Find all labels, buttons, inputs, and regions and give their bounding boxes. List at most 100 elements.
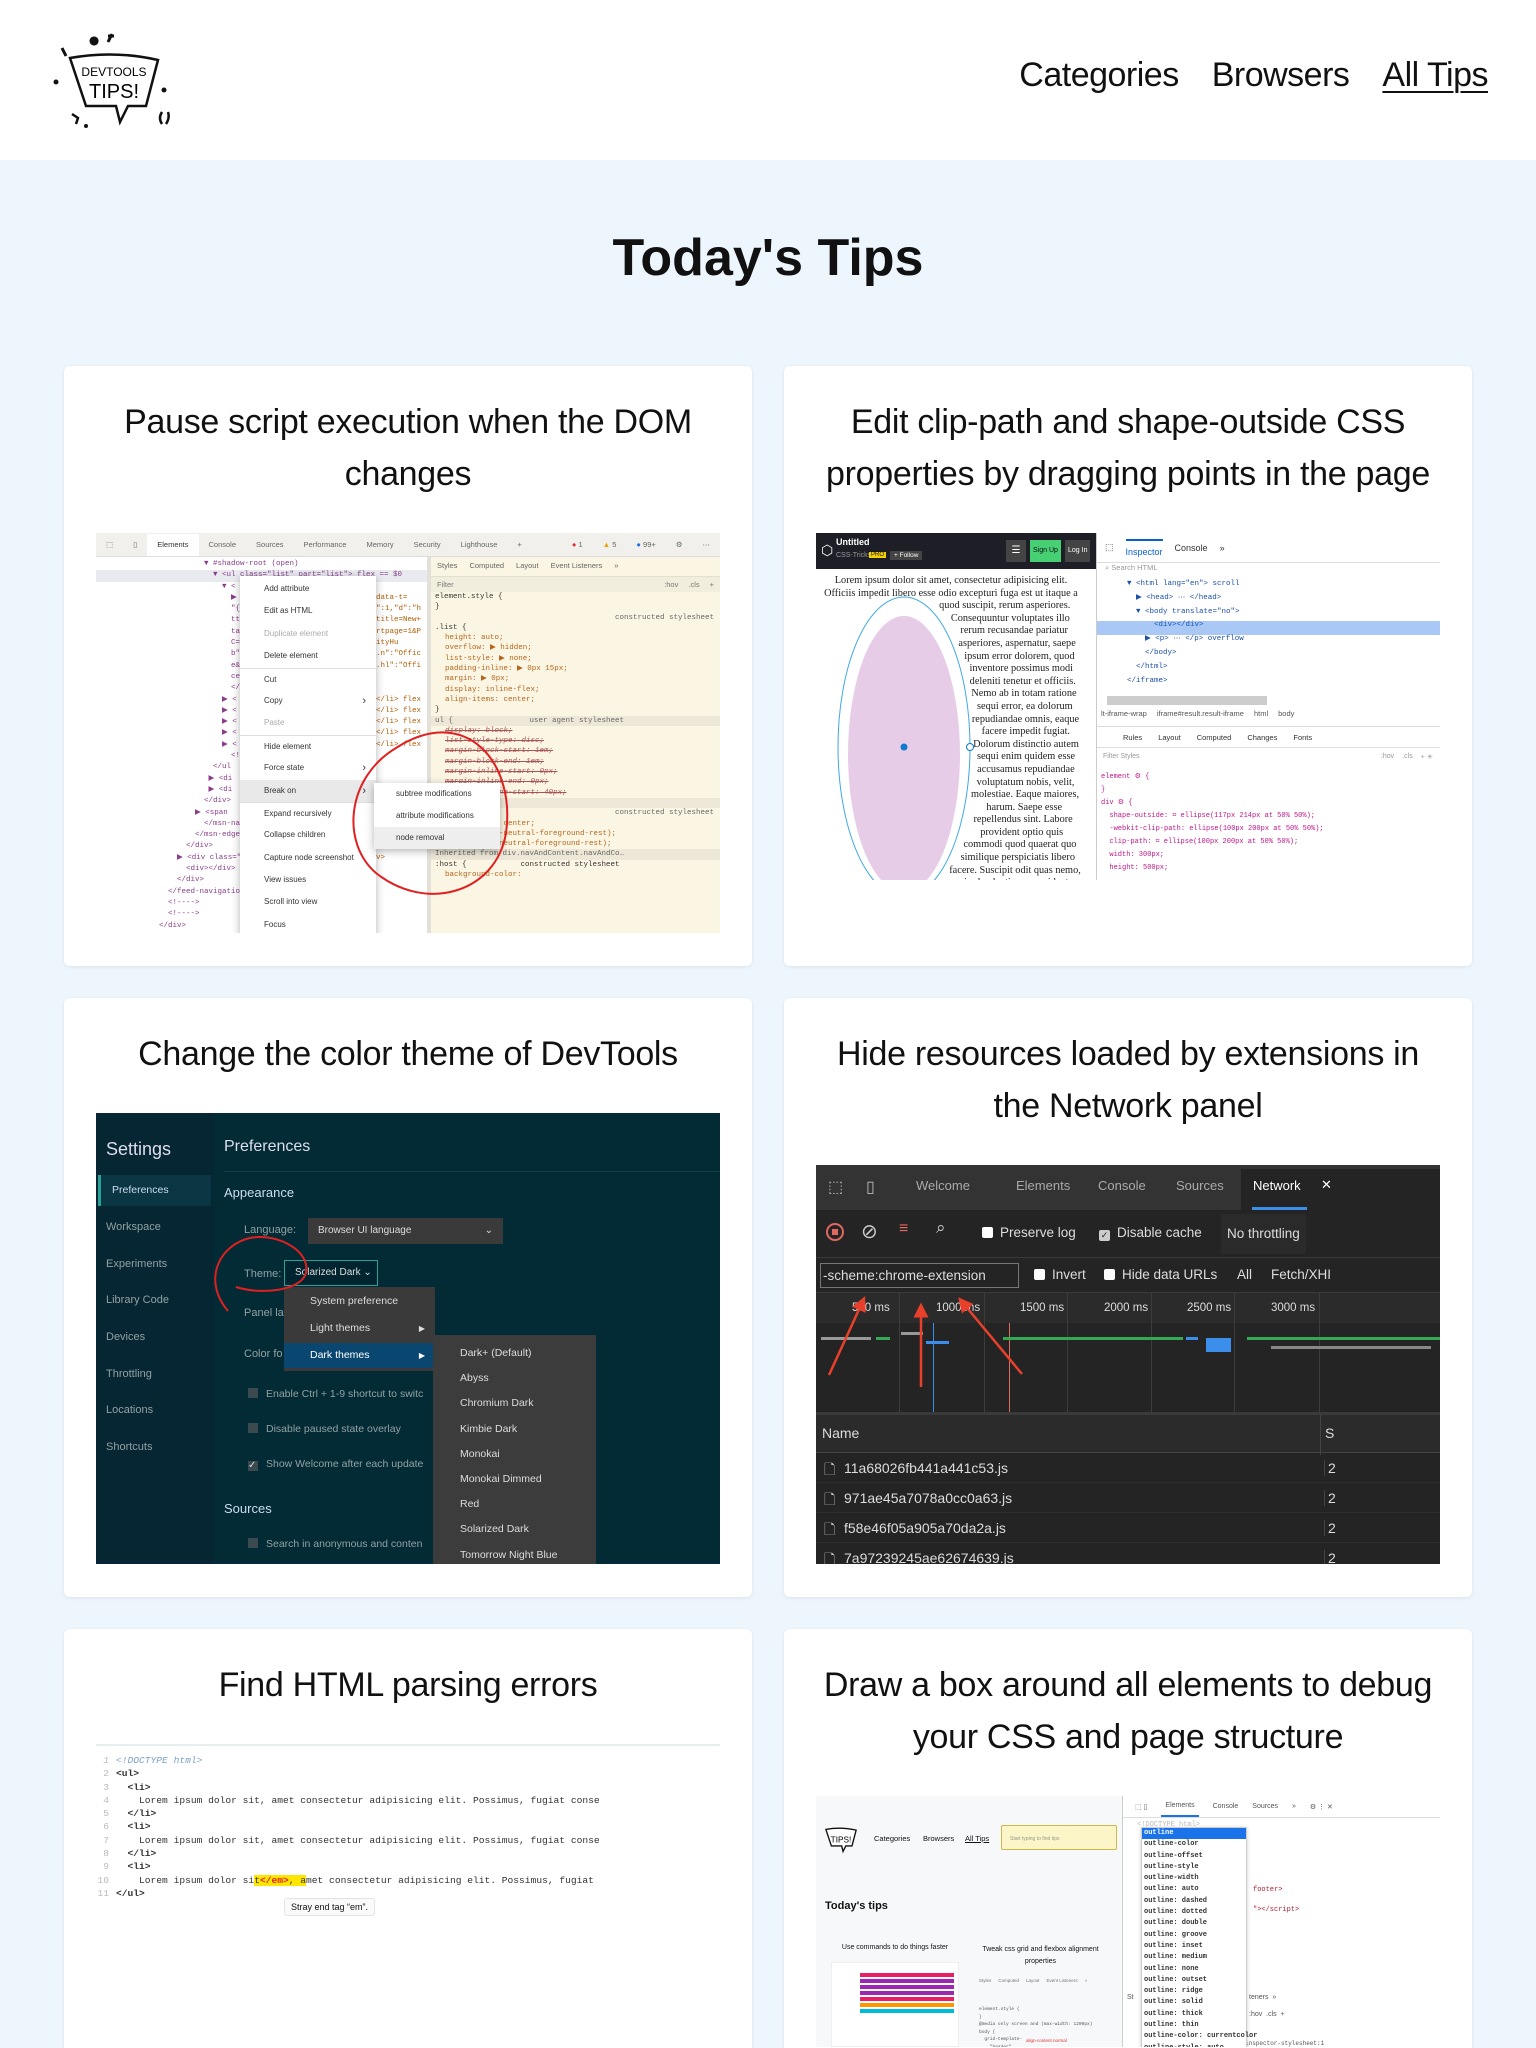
html-node[interactable]: ▶ <head> ⋯ </head> bbox=[1127, 592, 1440, 606]
inspect-icon[interactable]: ⬚ ▯ bbox=[1135, 1803, 1147, 1811]
nav-browsers[interactable]: Browsers bbox=[1212, 56, 1350, 95]
error-highlight[interactable]: t</em>, a bbox=[254, 1874, 307, 1886]
rules-tab[interactable]: Computed bbox=[1197, 733, 1232, 747]
autocomplete-option[interactable]: outline-style bbox=[1142, 1862, 1246, 1873]
mini-card-title[interactable]: Tweak css grid and flexbox alignment pro… bbox=[978, 1944, 1103, 1968]
follow-button[interactable]: + Follow bbox=[890, 551, 923, 560]
nav-categories[interactable]: Categories bbox=[1019, 56, 1179, 95]
autocomplete-option[interactable]: outline-color bbox=[1142, 1839, 1246, 1850]
listeners-tab[interactable]: teners » bbox=[1249, 1994, 1276, 2001]
autocomplete-option[interactable]: outline: ridge bbox=[1142, 1986, 1246, 1997]
tip-card[interactable]: Pause script execution when the DOM chan… bbox=[64, 366, 752, 966]
mini-nav-categories[interactable]: Categories bbox=[874, 1834, 910, 1843]
autocomplete-option[interactable]: outline: dashed bbox=[1142, 1896, 1246, 1907]
css-rule-line[interactable]: element ⚙ { bbox=[1101, 771, 1324, 784]
pen-author[interactable]: CSS-Tricks bbox=[836, 552, 871, 559]
rules-tab[interactable]: Layout bbox=[1158, 733, 1181, 747]
autocomplete-option[interactable]: outline: solid bbox=[1142, 1997, 1246, 2008]
selected-node-highlight bbox=[1097, 621, 1440, 635]
breadcrumb-item[interactable]: lt-iframe-wrap bbox=[1101, 709, 1147, 718]
autocomplete-option[interactable]: outline-width bbox=[1142, 1873, 1246, 1884]
breadcrumb-item[interactable]: html bbox=[1254, 709, 1268, 718]
html-node[interactable]: ▼ <html lang="en"> scroll bbox=[1127, 578, 1440, 592]
tip-title[interactable]: Edit clip-path and shape-outside CSS pro… bbox=[816, 396, 1440, 500]
autocomplete-option[interactable]: outline: inset bbox=[1142, 1941, 1246, 1952]
tab-sources[interactable]: Sources bbox=[1252, 1803, 1278, 1810]
page-title: Today's Tips bbox=[612, 229, 924, 287]
sign-up-button[interactable]: Sign Up bbox=[1030, 540, 1061, 562]
autocomplete-option[interactable]: outline: outset bbox=[1142, 1975, 1246, 1986]
autocomplete-option[interactable]: outline: groove bbox=[1142, 1930, 1246, 1941]
pen-title[interactable]: Untitled bbox=[836, 537, 870, 547]
mini-card-title[interactable]: Use commands to do things faster bbox=[828, 1944, 962, 1951]
page-preview: TIPS! Categories Browsers All Tips Start… bbox=[816, 1796, 1122, 2047]
autocomplete-option[interactable]: outline: none bbox=[1142, 1964, 1246, 1975]
tip-title[interactable]: Draw a box around all elements to debug … bbox=[816, 1659, 1440, 1763]
autocomplete-option[interactable]: outline bbox=[1142, 1828, 1246, 1840]
tip-card[interactable]: Edit clip-path and shape-outside CSS pro… bbox=[784, 366, 1472, 966]
tip-card[interactable]: Change the color theme of DevTools Setti… bbox=[64, 998, 752, 1597]
styles-tab[interactable]: St bbox=[1127, 1994, 1134, 2001]
css-rule-line[interactable]: height: 500px; bbox=[1101, 862, 1324, 875]
tip-title[interactable]: Change the color theme of DevTools bbox=[96, 1028, 720, 1080]
css-rule-line[interactable]: shape-outside: ⌗ ellipse(117px 214px at … bbox=[1101, 810, 1324, 823]
nav-all-tips[interactable]: All Tips bbox=[1382, 56, 1488, 95]
html-node[interactable]: ▼ <body translate="no"> bbox=[1127, 606, 1440, 620]
more-tabs[interactable]: » bbox=[1292, 1803, 1296, 1810]
mini-css-line: @media only screen and (max-width: 1200p… bbox=[979, 2022, 1093, 2027]
rules-tab[interactable]: Fonts bbox=[1293, 733, 1312, 747]
tab-elements[interactable]: Elements bbox=[1161, 1796, 1199, 1817]
site-header: DEVTOOLS TIPS! Categories Browsers All T… bbox=[0, 0, 1536, 160]
mini-search-input[interactable]: Start typing to find tips bbox=[1001, 1825, 1117, 1850]
css-rule-line[interactable]: width: 300px; bbox=[1101, 849, 1324, 862]
breadcrumb-item[interactable]: iframe#result.result-iframe bbox=[1157, 709, 1244, 718]
rules-tab[interactable]: Changes bbox=[1247, 733, 1277, 747]
html-node[interactable]: </html> bbox=[1127, 661, 1440, 675]
autocomplete-option[interactable]: outline: double bbox=[1142, 1918, 1246, 1929]
svg-text:TIPS!: TIPS! bbox=[831, 1836, 852, 1845]
autocomplete-option[interactable]: outline: thin bbox=[1142, 2020, 1246, 2031]
mini-logo: TIPS! bbox=[824, 1827, 857, 1854]
picker-icon[interactable]: ⬚ bbox=[1105, 542, 1114, 553]
html-node[interactable]: </iframe> bbox=[1127, 675, 1440, 689]
stylesheet-link[interactable]: inspector-stylesheet:1 bbox=[1245, 2040, 1324, 2047]
tab-console[interactable]: Console bbox=[1175, 543, 1208, 553]
devtools-tips-logo[interactable]: DEVTOOLS TIPS! bbox=[50, 30, 178, 130]
mini-nav-browsers[interactable]: Browsers bbox=[923, 1834, 954, 1843]
search-html-input[interactable]: ⌕ Search HTML bbox=[1097, 563, 1440, 578]
tip-card[interactable]: Find HTML parsing errors 1 <!DOCTYPE html… bbox=[64, 1629, 752, 2048]
css-rule-line[interactable]: } bbox=[1101, 784, 1324, 797]
preview-paragraph: Lorem ipsum dolor sit amet, consectetur … bbox=[824, 575, 1081, 880]
hov-cls-controls[interactable]: :hov .cls + bbox=[1249, 2011, 1285, 2018]
mini-nav-all-tips[interactable]: All Tips bbox=[965, 1834, 989, 1843]
html-node[interactable]: ▶ <p> ⋯ </p> overflow bbox=[1127, 633, 1440, 647]
tip-title[interactable]: Hide resources loaded by extensions in t… bbox=[816, 1028, 1440, 1132]
filter-styles[interactable]: Filter Styles:hov .cls + ☀ bbox=[1103, 753, 1433, 761]
menu-icon[interactable]: ☰ bbox=[1006, 540, 1026, 562]
more-tabs[interactable]: » bbox=[1220, 543, 1225, 553]
tip-title[interactable]: Pause script execution when the DOM chan… bbox=[96, 396, 720, 500]
autocomplete-option[interactable]: outline: auto bbox=[1142, 1884, 1246, 1895]
css-rule-line[interactable]: div ⚙ { bbox=[1101, 797, 1324, 810]
html-node[interactable]: </body> bbox=[1127, 647, 1440, 661]
autocomplete-option[interactable]: outline: medium bbox=[1142, 1952, 1246, 1963]
mini-styles-tab: Event Listeners bbox=[1046, 1978, 1078, 1983]
rules-tab[interactable]: Rules bbox=[1123, 733, 1142, 747]
css-rule-line[interactable]: clip-path: ⌗ ellipse(100px 200px at 50% … bbox=[1101, 836, 1324, 849]
horizontal-scrollbar[interactable] bbox=[1107, 696, 1267, 705]
autocomplete-option[interactable]: outline-offset bbox=[1142, 1851, 1246, 1862]
autocomplete-option[interactable]: outline: thick bbox=[1142, 2009, 1246, 2020]
tab-console[interactable]: Console bbox=[1213, 1803, 1239, 1810]
annotation-arrows bbox=[827, 1296, 1023, 1387]
log-in-button[interactable]: Log In bbox=[1065, 540, 1091, 562]
gear-icon[interactable]: ⚙ ⋮ ✕ bbox=[1310, 1803, 1333, 1811]
autocomplete-option[interactable]: outline-style: auto bbox=[1142, 2043, 1246, 2047]
tab-inspector[interactable]: Inspector bbox=[1125, 538, 1163, 557]
tip-title[interactable]: Find HTML parsing errors bbox=[96, 1659, 720, 1711]
breadcrumb-item[interactable]: body bbox=[1278, 709, 1294, 718]
tip-card[interactable]: Draw a box around all elements to debug … bbox=[784, 1629, 1472, 2048]
autocomplete-option[interactable]: outline-color: currentcolor bbox=[1142, 2031, 1257, 2042]
tip-card[interactable]: Hide resources loaded by extensions in t… bbox=[784, 998, 1472, 1597]
css-rule-line[interactable]: -webkit-clip-path: ellipse(100px 200px a… bbox=[1101, 823, 1323, 836]
autocomplete-option[interactable]: outline: dotted bbox=[1142, 1907, 1246, 1918]
